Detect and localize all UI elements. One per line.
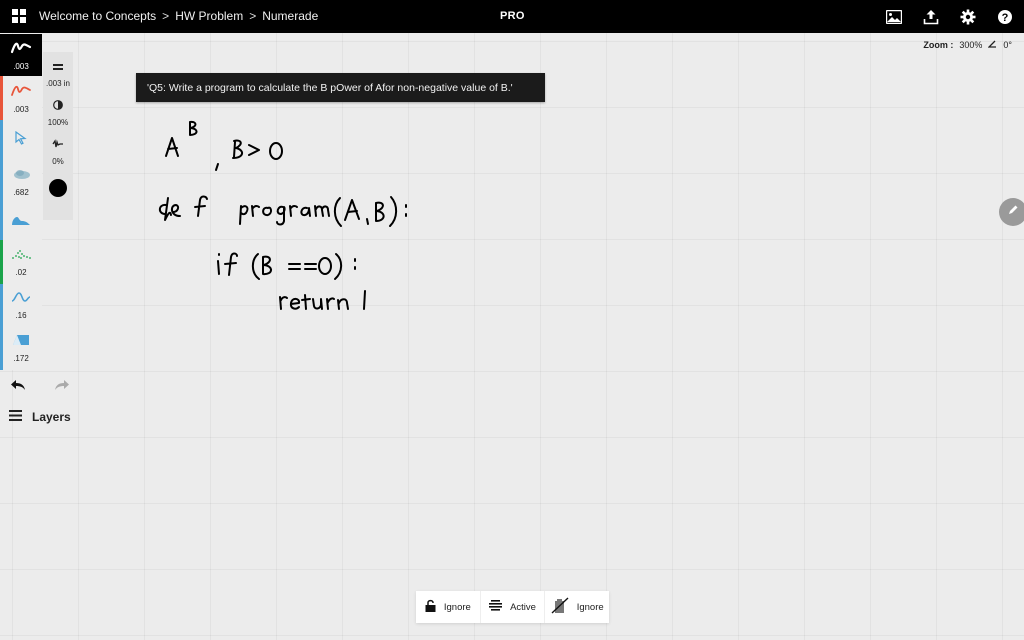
airbrush-icon xyxy=(10,167,32,185)
pencil-icon xyxy=(1007,203,1019,221)
tool-select[interactable] xyxy=(0,120,42,160)
tool-airbrush-size: .682 xyxy=(13,188,29,197)
opacity-value: 100% xyxy=(47,118,69,127)
question-text: 'Q5: Write a program to calculate the B … xyxy=(147,81,513,94)
active-layer-toggle[interactable]: Active xyxy=(481,591,546,623)
tool-color-bar xyxy=(0,284,3,326)
select-arrow-icon xyxy=(15,130,27,150)
edit-button[interactable] xyxy=(999,198,1024,226)
visibility-label: Ignore xyxy=(576,601,604,613)
opacity-icon xyxy=(53,97,63,115)
tool-pen-size: .003 xyxy=(13,61,29,71)
pencil-stroke-icon xyxy=(10,83,32,102)
breadcrumb-item-folder[interactable]: HW Problem xyxy=(175,9,243,23)
tool-fill[interactable] xyxy=(0,204,42,240)
layers-label: Layers xyxy=(32,410,71,424)
brush-properties: .003 in 100% 0% xyxy=(43,52,73,220)
smoothing-icon xyxy=(52,136,64,154)
image-icon[interactable] xyxy=(885,8,903,26)
lock-toggle-label: Ignore xyxy=(443,601,471,613)
breadcrumb-item-home[interactable]: Welcome to Concepts xyxy=(39,9,156,23)
tool-wave[interactable]: .16 xyxy=(0,284,42,326)
color-swatch[interactable] xyxy=(49,179,67,197)
line-weight-icon xyxy=(53,58,63,76)
smoothing-value: 0% xyxy=(52,157,64,166)
breadcrumb-item-current[interactable]: Numerade xyxy=(262,9,318,23)
svg-text:?: ? xyxy=(1002,12,1009,24)
tool-color-bar xyxy=(0,326,3,370)
dots-brush-icon xyxy=(10,247,32,265)
zoom-value[interactable]: 300% xyxy=(959,40,982,50)
tool-color-bar xyxy=(0,120,3,160)
tool-pen[interactable]: .003 xyxy=(0,34,42,76)
smoothing-control[interactable]: 0% xyxy=(52,136,64,166)
tool-color-bar xyxy=(0,240,3,284)
drawing-canvas[interactable] xyxy=(0,33,1024,640)
pen-stroke-icon xyxy=(10,40,32,59)
angle-icon xyxy=(987,40,997,50)
no-layer-icon xyxy=(551,597,569,617)
lock-toggle[interactable]: Ignore xyxy=(416,591,481,623)
tool-dots-size: .02 xyxy=(15,268,27,277)
layer-status-bar: Ignore Active Ignore xyxy=(416,591,609,623)
opacity-control[interactable]: 100% xyxy=(48,97,68,127)
tool-pencil[interactable]: .003 xyxy=(0,76,42,120)
zoom-label: Zoom : xyxy=(923,40,954,50)
layers-button[interactable]: Layers xyxy=(9,410,71,424)
tool-pencil-size: .003 xyxy=(13,104,29,114)
brush-toolbar: .003 .003 .682 .02 .16 .172 xyxy=(0,34,42,370)
top-bar: Welcome to Concepts > HW Problem > Numer… xyxy=(0,0,1024,33)
size-value: .003 in xyxy=(45,79,71,88)
breadcrumb-separator: > xyxy=(249,9,257,23)
tool-eraser-size: .172 xyxy=(13,354,29,363)
eraser-icon xyxy=(12,333,30,351)
tool-airbrush[interactable]: .682 xyxy=(0,160,42,204)
wave-brush-icon xyxy=(11,290,31,308)
gear-icon[interactable] xyxy=(959,8,977,26)
redo-icon[interactable] xyxy=(54,378,70,397)
angle-value[interactable]: 0° xyxy=(1003,40,1012,50)
layers-icon xyxy=(9,410,22,424)
tool-dots[interactable]: .02 xyxy=(0,240,42,284)
tool-eraser[interactable]: .172 xyxy=(0,326,42,370)
fill-brush-icon xyxy=(10,213,32,231)
breadcrumb: Welcome to Concepts > HW Problem > Numer… xyxy=(39,9,318,23)
tool-color-bar xyxy=(0,204,3,240)
help-icon[interactable]: ? xyxy=(996,8,1014,26)
upload-icon[interactable] xyxy=(922,8,940,26)
size-control[interactable]: .003 in xyxy=(46,58,70,88)
layers-stack-icon xyxy=(489,600,503,614)
grid-icon[interactable] xyxy=(12,9,26,23)
breadcrumb-separator: > xyxy=(162,9,170,23)
undo-icon[interactable] xyxy=(10,378,26,397)
zoom-indicator: Zoom : 300% 0° xyxy=(923,40,1012,50)
tool-wave-size: .16 xyxy=(15,311,27,320)
unlock-icon xyxy=(425,599,436,615)
question-banner: 'Q5: Write a program to calculate the B … xyxy=(136,73,545,102)
active-layer-label: Active xyxy=(510,601,536,613)
visibility-toggle[interactable]: Ignore xyxy=(545,591,609,623)
pro-badge[interactable]: PRO xyxy=(500,10,525,22)
tool-color-bar xyxy=(0,160,3,204)
tool-color-bar xyxy=(0,76,3,120)
